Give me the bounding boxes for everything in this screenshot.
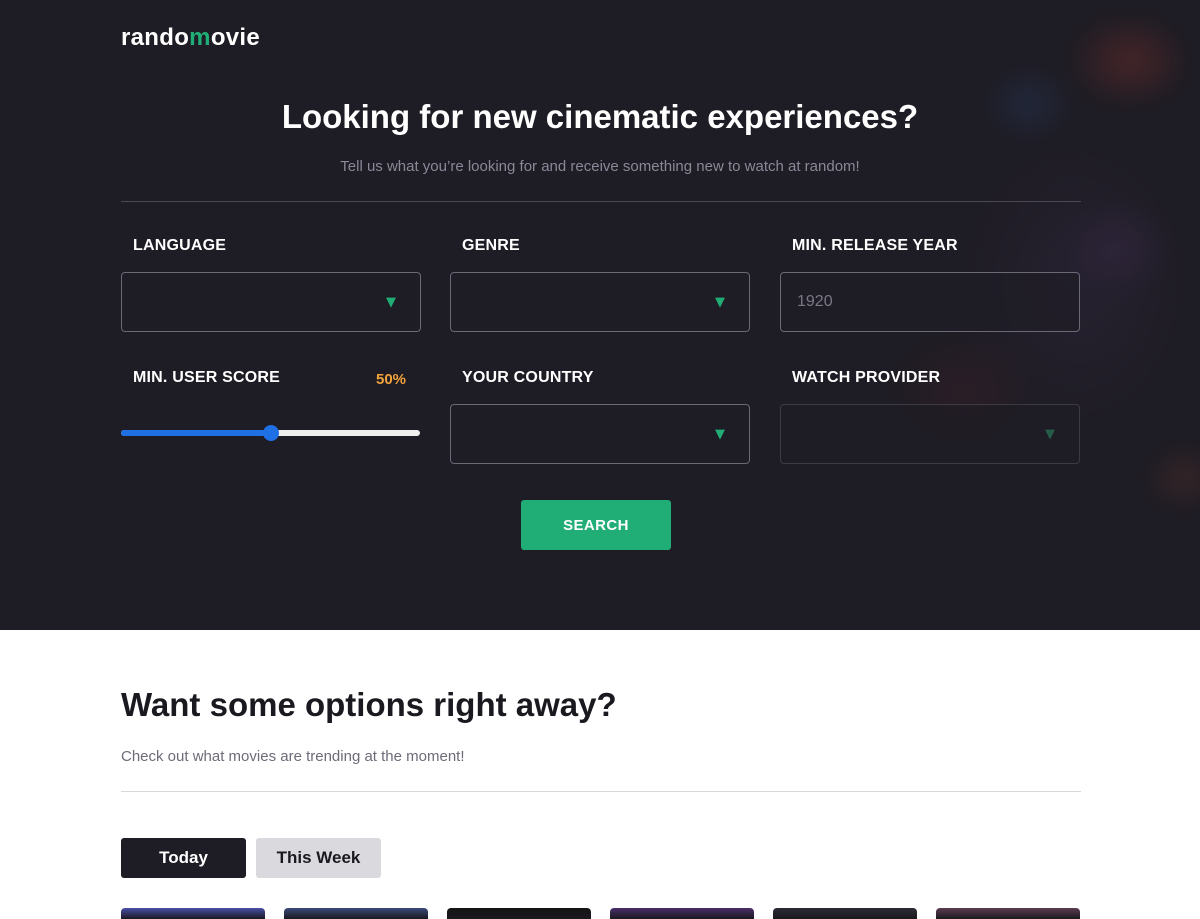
min-user-score-label: MIN. USER SCORE <box>133 369 281 386</box>
chevron-down-icon: ▼ <box>1045 427 1055 442</box>
hero-divider <box>121 201 1081 202</box>
movie-poster[interactable] <box>936 908 1080 919</box>
slider-fill <box>121 430 271 436</box>
search-button[interactable]: SEARCH <box>521 500 671 550</box>
min-release-year-input[interactable] <box>780 272 1080 332</box>
chevron-down-icon: ▼ <box>386 295 396 310</box>
country-label: YOUR COUNTRY <box>462 369 594 386</box>
language-label: LANGUAGE <box>133 237 227 254</box>
movie-poster[interactable] <box>773 908 917 919</box>
watch-provider-label: WATCH PROVIDER <box>792 369 941 386</box>
tab-this-week[interactable]: This Week <box>256 838 381 878</box>
movie-poster[interactable] <box>447 908 591 919</box>
movie-poster[interactable] <box>610 908 754 919</box>
tab-today[interactable]: Today <box>121 838 246 878</box>
movie-poster[interactable] <box>284 908 428 919</box>
logo-text-accent: m <box>189 24 211 51</box>
hero-section: randomovie Looking for new cinematic exp… <box>0 0 1200 630</box>
min-release-year-label: MIN. RELEASE YEAR <box>792 237 958 254</box>
genre-select[interactable]: ▼ <box>450 272 750 332</box>
trending-subtitle: Check out what movies are trending at th… <box>121 748 465 765</box>
logo-text-suffix: ovie <box>210 24 261 51</box>
slider-thumb[interactable] <box>262 425 279 441</box>
trending-title: Want some options right away? <box>121 686 617 723</box>
language-select[interactable]: ▼ <box>121 272 421 332</box>
movie-poster[interactable] <box>121 908 265 919</box>
site-logo[interactable]: randomovie <box>121 24 260 52</box>
watch-provider-select: ▼ <box>780 404 1080 464</box>
hero-subtitle: Tell us what you’re looking for and rece… <box>340 158 860 175</box>
chevron-down-icon: ▼ <box>715 295 725 310</box>
min-user-score-slider[interactable] <box>121 425 420 441</box>
country-select[interactable]: ▼ <box>450 404 750 464</box>
genre-label: GENRE <box>462 237 520 254</box>
logo-text-prefix: rando <box>121 24 190 51</box>
hero-title: Looking for new cinematic experiences? <box>281 98 919 135</box>
min-user-score-value: 50% <box>376 371 407 388</box>
trending-divider <box>121 791 1081 792</box>
chevron-down-icon: ▼ <box>715 427 725 442</box>
